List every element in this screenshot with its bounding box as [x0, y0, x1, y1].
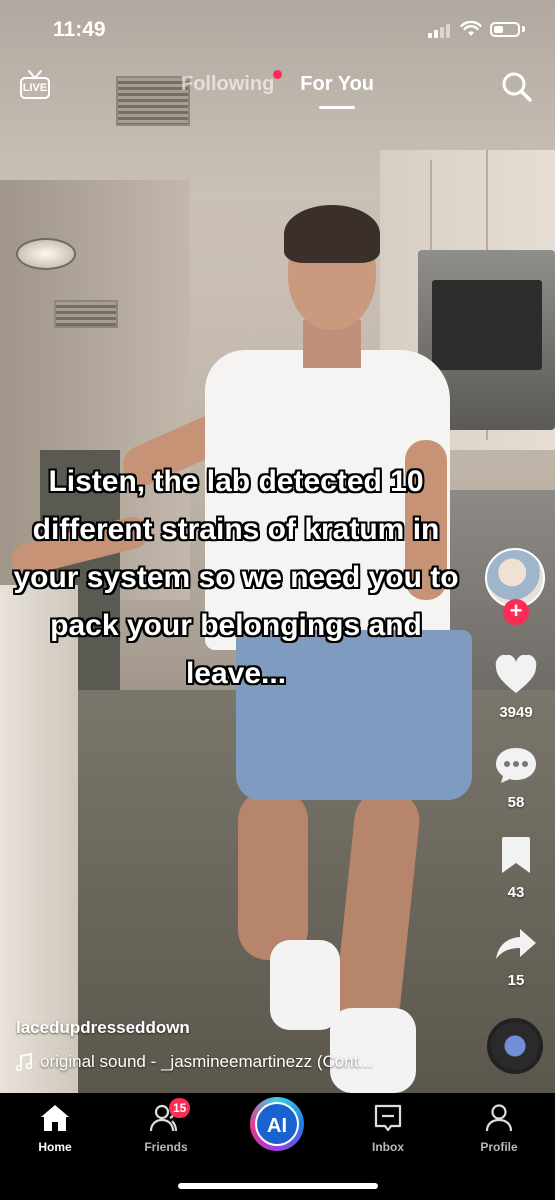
inbox-icon [374, 1104, 402, 1132]
status-time: 11:49 [53, 18, 106, 41]
person-hair [284, 205, 380, 263]
comment-count: 58 [507, 794, 525, 811]
tab-following[interactable]: Following [180, 70, 283, 96]
share-button[interactable]: 15 [485, 925, 547, 989]
follow-plus-button[interactable]: + [503, 599, 529, 625]
home-indicator[interactable] [178, 1183, 378, 1189]
nav-profile-label: Profile [480, 1140, 518, 1154]
like-count: 3949 [499, 704, 533, 721]
nav-friends[interactable]: 15 Friends [126, 1098, 206, 1154]
wifi-icon [460, 21, 482, 36]
nav-inbox-label: Inbox [372, 1140, 404, 1154]
nav-home-label: Home [38, 1140, 72, 1154]
comment-button[interactable]: 58 [485, 745, 547, 811]
heart-icon [495, 654, 537, 693]
nav-inbox[interactable]: Inbox [348, 1103, 428, 1154]
tab-following-label: Following [180, 73, 275, 95]
save-count: 43 [507, 884, 525, 901]
sound-link[interactable]: original sound - _jasmineemartinezz (Con… [16, 1052, 373, 1072]
person-shoe [330, 1008, 416, 1093]
ai-label: AI [255, 1102, 299, 1146]
ceiling-light [16, 238, 76, 270]
music-disc[interactable] [487, 1018, 543, 1074]
tab-for-you[interactable]: For You [300, 73, 374, 109]
status-icons [428, 20, 525, 38]
share-count: 15 [507, 972, 525, 989]
feed-tabs: Following For You [0, 70, 555, 109]
search-icon[interactable] [501, 71, 533, 103]
person-shoe [270, 940, 340, 1030]
bookmark-icon [502, 837, 530, 873]
ceiling-vent [54, 300, 118, 328]
nav-home[interactable]: Home [15, 1103, 95, 1154]
save-button[interactable]: 43 [485, 835, 547, 901]
battery-icon [490, 21, 520, 37]
share-arrow-icon [496, 929, 536, 959]
notification-dot [273, 70, 283, 79]
nav-profile[interactable]: Profile [459, 1103, 539, 1154]
comment-icon [496, 748, 536, 783]
tab-for-you-label: For You [300, 73, 374, 95]
active-tab-indicator [319, 106, 356, 109]
home-icon [41, 1105, 69, 1131]
ai-create-button[interactable]: AI [250, 1097, 304, 1151]
like-button[interactable]: 3949 [485, 654, 547, 721]
friends-badge: 15 [169, 1098, 191, 1118]
sound-title: original sound - _jasmineemartinezz (Con… [40, 1052, 373, 1071]
music-note-icon [16, 1053, 32, 1071]
creator-username[interactable]: lacedupdresseddown [16, 1018, 190, 1038]
battery-tip [522, 26, 525, 32]
person-leg [238, 790, 308, 960]
video-caption: Listen, the lab detected 10 different st… [13, 465, 459, 690]
profile-icon [485, 1104, 513, 1132]
signal-icon [428, 20, 452, 38]
nav-friends-label: Friends [144, 1140, 188, 1154]
